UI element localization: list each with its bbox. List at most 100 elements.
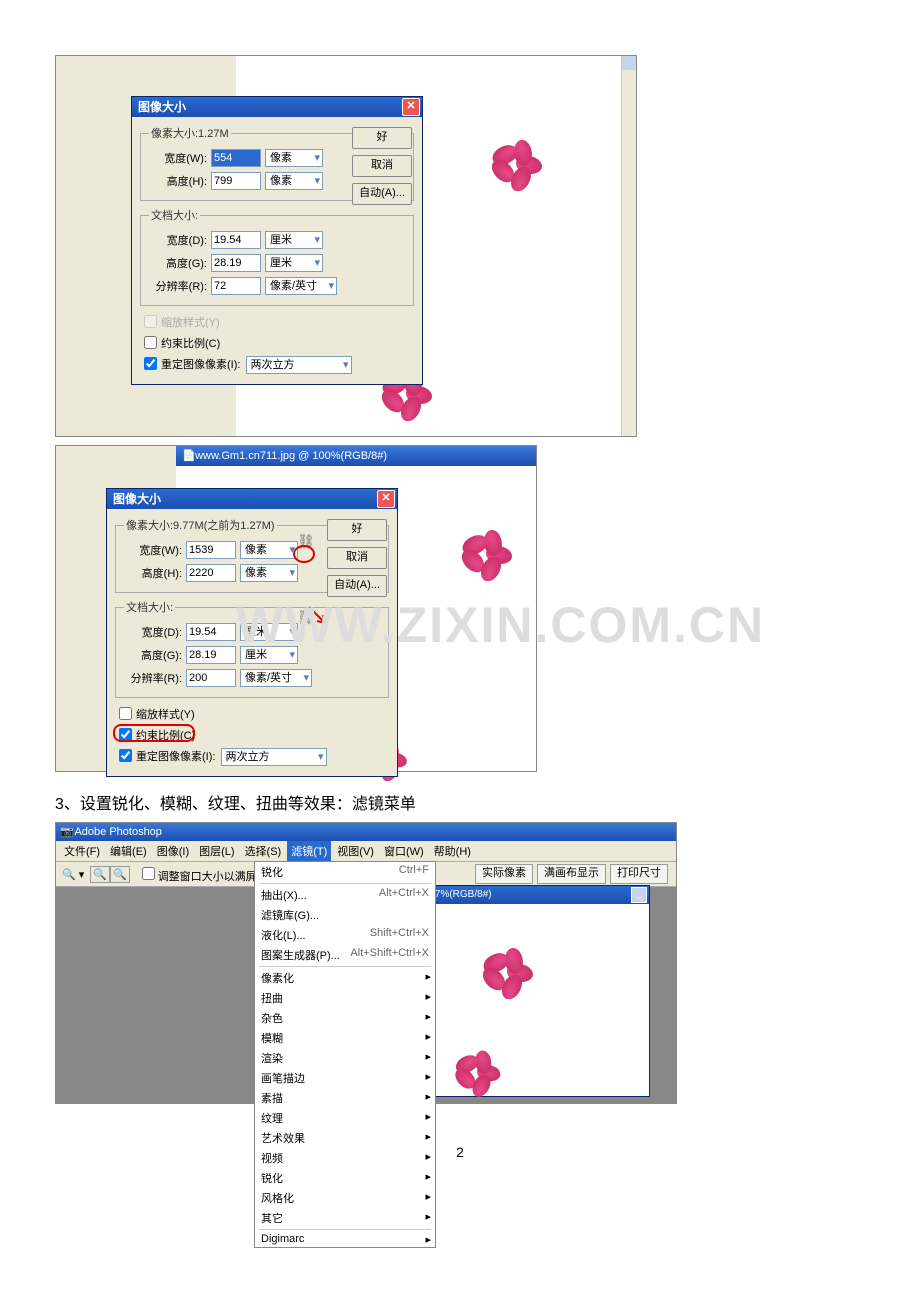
menu-item-0[interactable]: 文件(F) (60, 841, 104, 861)
menu-item-8[interactable]: 帮助(H) (430, 841, 475, 861)
document-size-group: 文档大小: 宽度(D): 厘米 高度(G): 厘米 分辨率(R): 像素/英寸 (140, 207, 414, 306)
cancel-button[interactable]: 取消 (327, 547, 387, 569)
pixel-dimensions-legend: 像素大小:9.77M(之前为1.27M) (124, 517, 277, 533)
doc-height-label: 高度(G): (124, 647, 186, 663)
dialog-titlebar[interactable]: 图像大小 ✕ (132, 97, 422, 117)
dialog-titlebar[interactable]: 图像大小 ✕ (107, 489, 397, 509)
filter-menu-item[interactable]: 其它▸ (255, 1208, 435, 1228)
doc-title: www.Gm1.cn711.jpg @ 100%(RGB/8#) (195, 450, 387, 462)
filter-menu-item[interactable]: 抽出(X)...Alt+Ctrl+X (255, 885, 435, 905)
height-unit-select[interactable]: 像素 (240, 564, 298, 582)
doc-window-titlebar[interactable]: 66.7%(RGB/8#) _ (417, 886, 649, 904)
resize-window-check[interactable] (142, 867, 155, 880)
annotation-arrow (307, 605, 331, 629)
filter-menu-item[interactable]: 扭曲▸ (255, 988, 435, 1008)
doc-titlebar[interactable]: 📄 www.Gm1.cn711.jpg @ 100%(RGB/8#) (176, 446, 536, 466)
menu-item-1[interactable]: 编辑(E) (106, 841, 151, 861)
section-3-heading: 3、设置锐化、模糊、纹理、扭曲等效果：滤镜菜单 (55, 790, 865, 814)
doc-width-input[interactable] (186, 623, 236, 641)
doc-width-unit-select[interactable]: 厘米 (265, 231, 323, 249)
dialog-title: 图像大小 (113, 492, 161, 506)
height-label: 高度(H): (149, 173, 211, 189)
filter-menu-item[interactable]: 模糊▸ (255, 1028, 435, 1048)
minimize-icon[interactable]: _ (631, 887, 647, 903)
resolution-unit-select[interactable]: 像素/英寸 (265, 277, 337, 295)
doc-width-input[interactable] (211, 231, 261, 249)
height-input[interactable] (186, 564, 236, 582)
cancel-button[interactable]: 取消 (352, 155, 412, 177)
document-size-legend: 文档大小: (149, 207, 200, 223)
zoom-out-icon[interactable]: 🔍 (110, 866, 130, 883)
width-input[interactable] (211, 149, 261, 167)
document-window[interactable]: 66.7%(RGB/8#) _ (416, 885, 650, 1097)
annotation-circle (113, 724, 195, 742)
resolution-unit-select[interactable]: 像素/英寸 (240, 669, 312, 687)
filter-menu-item[interactable]: 视频▸ (255, 1148, 435, 1168)
filter-menu-item[interactable]: Digimarc▸ (255, 1231, 435, 1247)
width-label: 宽度(W): (124, 542, 186, 558)
toolbar-button[interactable]: 满画布显示 (537, 864, 606, 884)
doc-width-label: 宽度(D): (149, 232, 211, 248)
doc-height-unit-select[interactable]: 厘米 (265, 254, 323, 272)
image-size-dialog-2: 图像大小 ✕ 好 取消 自动(A)... 像素大小:9.77M(之前为1.27M… (106, 488, 398, 777)
filter-menu-dropdown: 锐化Ctrl+F 抽出(X)...Alt+Ctrl+X滤镜库(G)...液化(L)… (254, 861, 436, 1248)
close-icon[interactable]: ✕ (377, 490, 395, 508)
filter-menu-item[interactable]: 渲染▸ (255, 1048, 435, 1068)
filter-menu-item[interactable]: 图案生成器(P)...Alt+Shift+Ctrl+X (255, 945, 435, 965)
filter-menu-item[interactable]: 素描▸ (255, 1088, 435, 1108)
filter-menu-item[interactable]: 纹理▸ (255, 1108, 435, 1128)
constrain-proportions-check[interactable]: 约束比例(C) (140, 333, 414, 352)
app-titlebar[interactable]: 📷 Adobe Photoshop (56, 823, 676, 841)
filter-menu-item[interactable]: 锐化▸ (255, 1168, 435, 1188)
filter-menu-item[interactable]: 艺术效果▸ (255, 1128, 435, 1148)
doc-height-input[interactable] (186, 646, 236, 664)
width-input[interactable] (186, 541, 236, 559)
resolution-input[interactable] (186, 669, 236, 687)
menu-item-4[interactable]: 选择(S) (241, 841, 286, 861)
width-unit-select[interactable]: 像素 (265, 149, 323, 167)
doc-height-input[interactable] (211, 254, 261, 272)
filter-menu-item[interactable]: 画笔描边▸ (255, 1068, 435, 1088)
width-label: 宽度(W): (149, 150, 211, 166)
resample-method-select[interactable]: 两次立方 (246, 356, 352, 374)
dialog-title: 图像大小 (138, 100, 186, 114)
filter-menu-item[interactable]: 滤镜库(G)... (255, 905, 435, 925)
ok-button[interactable]: 好 (327, 519, 387, 541)
filter-menu-item[interactable]: 风格化▸ (255, 1188, 435, 1208)
filter-menu-item[interactable]: 像素化▸ (255, 968, 435, 988)
resample-check[interactable]: 重定图像像素(I): 两次立方 (115, 746, 389, 766)
menu-item-6[interactable]: 视图(V) (333, 841, 378, 861)
resample-check[interactable]: 重定图像像素(I): 两次立方 (140, 354, 414, 374)
app-title: Adobe Photoshop (74, 826, 161, 838)
scrollbar[interactable] (621, 56, 636, 436)
filter-menu-item[interactable]: 液化(L)...Shift+Ctrl+X (255, 925, 435, 945)
auto-button[interactable]: 自动(A)... (327, 575, 387, 597)
page-number: 2 (55, 1144, 865, 1160)
menu-item-3[interactable]: 图层(L) (195, 841, 238, 861)
width-unit-select[interactable]: 像素 (240, 541, 298, 559)
scale-styles-check[interactable]: 缩放样式(Y) (140, 312, 414, 331)
resolution-input[interactable] (211, 277, 261, 295)
menu-item-2[interactable]: 图像(I) (153, 841, 193, 861)
toolbar-button[interactable]: 实际像素 (475, 864, 533, 884)
doc-height-unit-select[interactable]: 厘米 (240, 646, 298, 664)
toolbar-button[interactable]: 打印尺寸 (610, 864, 668, 884)
constrain-proportions-check[interactable]: 约束比例(C) (115, 725, 389, 744)
filter-menu-item[interactable]: 杂色▸ (255, 1008, 435, 1028)
close-icon[interactable]: ✕ (402, 98, 420, 116)
auto-button[interactable]: 自动(A)... (352, 183, 412, 205)
annotation-circle (293, 545, 315, 563)
menu-item-7[interactable]: 窗口(W) (380, 841, 428, 861)
height-unit-select[interactable]: 像素 (265, 172, 323, 190)
doc-width-unit-select[interactable]: 厘米 (240, 623, 298, 641)
menubar: 文件(F)编辑(E)图像(I)图层(L)选择(S)滤镜(T)视图(V)窗口(W)… (56, 841, 676, 862)
scale-styles-check[interactable]: 缩放样式(Y) (115, 704, 389, 723)
zoom-in-icon[interactable]: 🔍 (90, 866, 110, 883)
resample-method-select[interactable]: 两次立方 (221, 748, 327, 766)
height-input[interactable] (211, 172, 261, 190)
zoom-tool-icon[interactable]: 🔍 ▾ (62, 868, 84, 881)
filter-menu-item[interactable]: 锐化Ctrl+F (255, 862, 435, 882)
ok-button[interactable]: 好 (352, 127, 412, 149)
pixel-dimensions-legend: 像素大小:1.27M (149, 125, 231, 141)
menu-item-5[interactable]: 滤镜(T) (287, 841, 331, 861)
